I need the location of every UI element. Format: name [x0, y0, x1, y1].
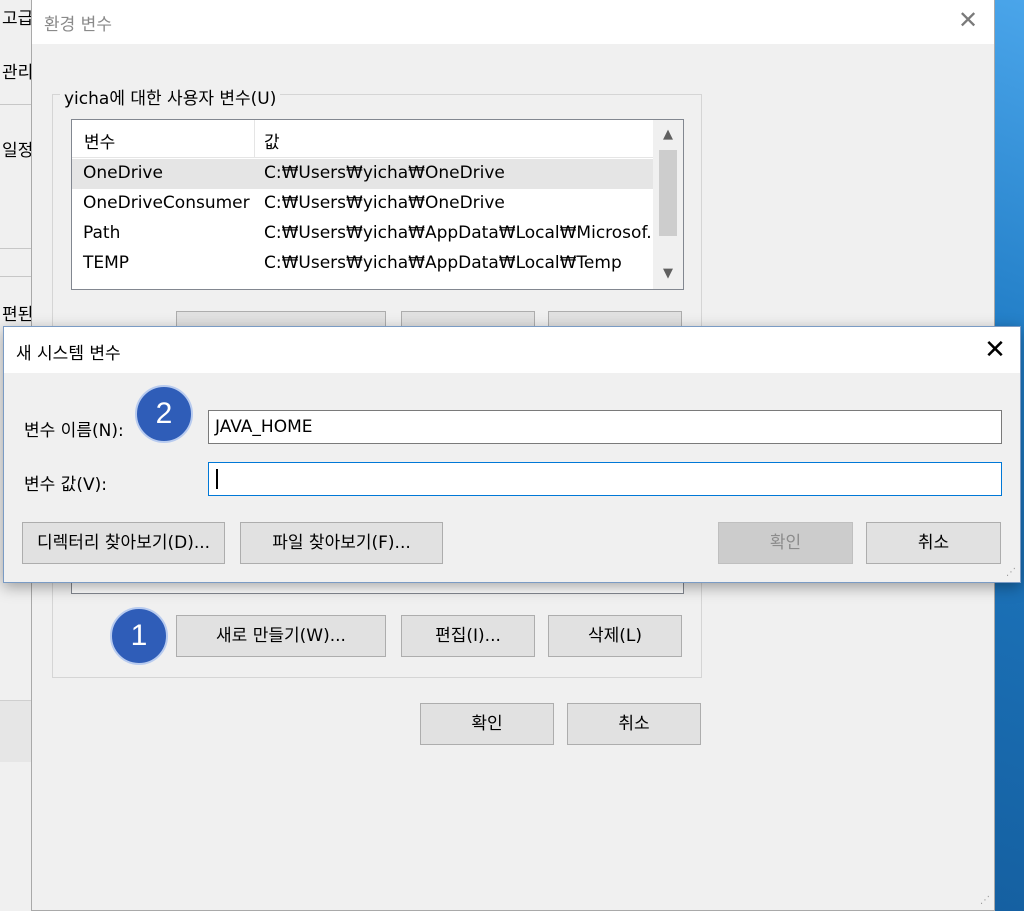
dialog-cancel-button[interactable]: 취소 — [866, 522, 1001, 564]
step-badge-2: 2 — [135, 385, 193, 443]
system-edit-button[interactable]: 편집(I)... — [401, 615, 535, 657]
system-delete-button[interactable]: 삭제(L) — [548, 615, 682, 657]
browse-file-button[interactable]: 파일 찾아보기(F)... — [240, 522, 443, 564]
list-item[interactable]: Path C:₩Users₩yicha₩AppData₩Local₩Micros… — [72, 219, 662, 249]
env-cancel-button[interactable]: 취소 — [567, 703, 701, 745]
env-close-icon[interactable]: ✕ — [954, 6, 982, 34]
list-item[interactable]: OneDrive C:₩Users₩yicha₩OneDrive — [72, 159, 654, 189]
variable-name: Path — [83, 223, 121, 243]
column-separator[interactable] — [254, 120, 255, 158]
resize-grip-icon[interactable]: ⋰ — [980, 895, 990, 906]
variable-value: C:₩Users₩yicha₩OneDrive — [264, 163, 505, 183]
scroll-down-icon[interactable]: ▼ — [653, 261, 683, 287]
variable-name: OneDrive — [83, 163, 163, 183]
bg-text-edited: 편된 — [2, 305, 34, 325]
column-header-value[interactable]: 값 — [264, 128, 280, 153]
new-system-variable-dialog: 새 시스템 변수 ✕ 변수 이름(N): JAVA_HOME 변수 값(V): … — [3, 326, 1021, 583]
text-caret — [216, 469, 218, 489]
variable-name: TEMP — [83, 253, 130, 273]
bg-text-admin: 관리 — [2, 63, 34, 83]
bg-text-schedule: 일정 — [2, 141, 34, 161]
variable-name: OneDriveConsumer — [83, 193, 250, 213]
env-titlebar: 환경 변수 ✕ — [32, 0, 994, 44]
dialog-title: 새 시스템 변수 — [16, 344, 121, 364]
variable-value-label: 변수 값(V): — [24, 475, 107, 495]
variable-name-label: 변수 이름(N): — [24, 421, 124, 441]
column-header-variable[interactable]: 변수 — [84, 128, 115, 153]
env-window-title: 환경 변수 — [44, 15, 112, 35]
step-badge-1: 1 — [110, 607, 168, 665]
bg-text-advanced: 고급 — [2, 9, 34, 29]
env-ok-button[interactable]: 확인 — [420, 703, 554, 745]
browse-directory-button[interactable]: 디렉터리 찾아보기(D)... — [22, 522, 225, 564]
scrollbar-thumb[interactable] — [659, 150, 677, 236]
variable-value-input[interactable] — [208, 462, 1002, 496]
scroll-up-icon[interactable]: ▲ — [653, 122, 683, 148]
dialog-titlebar: 새 시스템 변수 ✕ — [4, 327, 1020, 373]
system-new-button[interactable]: 새로 만들기(W)... — [176, 615, 386, 657]
dialog-close-icon[interactable]: ✕ — [980, 335, 1010, 365]
list-header: 변수 값 — [72, 120, 654, 158]
dialog-resize-grip-icon[interactable]: ⋰ — [1006, 567, 1016, 578]
list-item[interactable]: TEMP C:₩Users₩yicha₩AppData₩Local₩Temp — [72, 249, 654, 279]
variable-name-input[interactable]: JAVA_HOME — [208, 410, 1002, 444]
variable-value: C:₩Users₩yicha₩AppData₩Local₩Microsof... — [264, 223, 663, 243]
dialog-ok-button[interactable]: 확인 — [718, 522, 853, 564]
vertical-scrollbar[interactable]: ▲ ▼ — [653, 120, 683, 289]
user-variables-legend: yicha에 대한 사용자 변수(U) — [60, 84, 281, 109]
user-variables-list[interactable]: 변수 값 OneDrive C:₩Users₩yicha₩OneDrive On… — [71, 119, 684, 290]
list-item[interactable]: OneDriveConsumer C:₩Users₩yicha₩OneDrive — [72, 189, 654, 219]
variable-value: C:₩Users₩yicha₩OneDrive — [264, 193, 505, 213]
variable-value: C:₩Users₩yicha₩AppData₩Local₩Temp — [264, 253, 622, 273]
